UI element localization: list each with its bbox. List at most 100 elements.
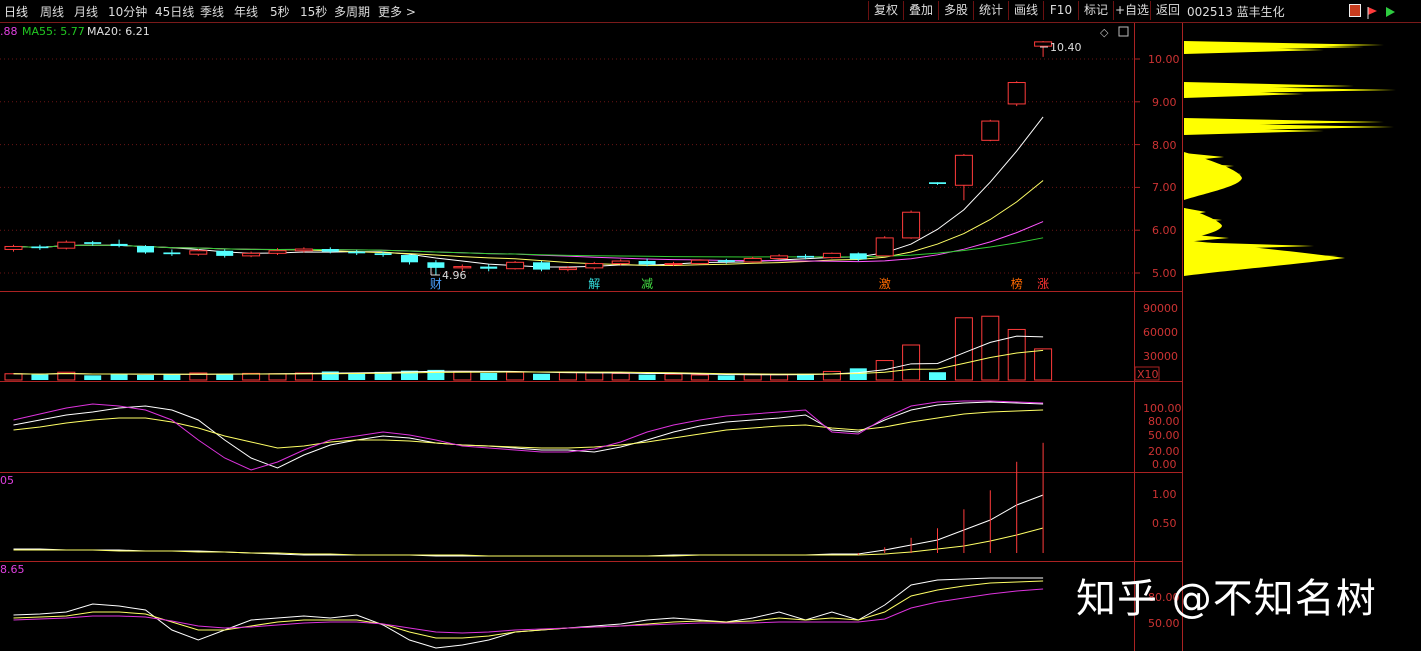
price-axis-label: 5.00 — [1152, 267, 1177, 280]
candle-body — [4, 245, 23, 250]
candle-body — [137, 246, 154, 253]
volume-bar — [954, 317, 973, 381]
period-5sec-tab[interactable]: 5秒 — [270, 3, 290, 20]
volume-bar — [822, 370, 841, 381]
candle-body — [348, 251, 366, 254]
candle-body — [84, 242, 102, 244]
candle-body — [797, 255, 814, 258]
candle-body — [902, 211, 921, 239]
price-axis-label: 10.00 — [1148, 53, 1180, 66]
volume-axis-label: 90000 — [1143, 302, 1178, 315]
statistics-button[interactable]: 统计 — [973, 1, 1008, 20]
report-icon[interactable] — [1349, 4, 1361, 17]
multi-period-tab[interactable]: 多周期 — [334, 3, 370, 20]
volume-bar — [638, 374, 656, 380]
period-month-tab[interactable]: 月线 — [74, 3, 98, 20]
candle-body — [533, 262, 550, 270]
diamond-icon[interactable]: ◇ — [1100, 26, 1109, 39]
candle-body — [401, 255, 418, 263]
volume-bar — [743, 374, 762, 381]
ma-label-1: .88 — [0, 25, 18, 38]
candle-body — [480, 266, 498, 269]
volume-axis-label: 30000 — [1143, 350, 1178, 363]
candle-body — [981, 120, 1000, 141]
chip-bulge — [1184, 152, 1242, 200]
draw-line-button[interactable]: 画线 — [1008, 1, 1043, 20]
volume-bar — [929, 372, 946, 380]
volume-bar — [268, 373, 287, 381]
candle-body — [268, 250, 287, 254]
volume-bar — [216, 374, 234, 380]
top-toolbar: 日线 周线 月线 10分钟 45日线 季线 年线 5秒 15秒 多周期 更多 >… — [0, 0, 1421, 23]
candle-body — [849, 253, 867, 260]
fuquan-button[interactable]: 复权 — [868, 1, 903, 20]
chip-bulge — [1184, 208, 1222, 240]
candle-body — [664, 263, 683, 266]
back-button[interactable]: 返回 — [1150, 1, 1185, 20]
price-axis-label: 7.00 — [1152, 181, 1177, 194]
candle-body — [216, 250, 234, 256]
period-45day-tab[interactable]: 45日线 — [155, 3, 194, 20]
candle-body — [427, 262, 445, 268]
candle-body — [822, 252, 841, 259]
overlay-button[interactable]: 叠加 — [903, 1, 938, 20]
candle-body — [638, 261, 656, 265]
period-year-tab[interactable]: 年线 — [234, 3, 258, 20]
period-season-tab[interactable]: 季线 — [200, 3, 224, 20]
volume-bar — [849, 368, 867, 380]
volume-bar — [1034, 348, 1053, 381]
volume-bar — [717, 375, 735, 380]
volume-bar — [533, 373, 550, 380]
volume-bar — [84, 375, 102, 380]
volume-bar — [558, 372, 577, 381]
candle-body — [690, 259, 709, 265]
event-marker: 解 — [588, 277, 600, 291]
f10-button[interactable]: F10 — [1043, 1, 1078, 20]
volume-bar — [770, 374, 789, 381]
event-marker: 减 — [641, 277, 653, 291]
candle-body — [717, 260, 735, 262]
candle-body — [110, 243, 128, 247]
candle-body — [321, 249, 339, 252]
min-price-label: 4.96 — [442, 269, 467, 282]
volume-bar — [981, 315, 1000, 381]
mark-button[interactable]: 标记 — [1078, 1, 1113, 20]
candle-body — [875, 237, 894, 257]
volume-bar — [611, 372, 630, 381]
stock-title: 002513 蓝丰生化 — [1187, 5, 1285, 19]
volume-bar — [506, 371, 525, 381]
volume-bar — [690, 374, 709, 381]
event-marker: 榜 — [1011, 276, 1023, 291]
watermark: 知乎 @不知名树 — [1076, 576, 1377, 622]
volume-bar — [163, 374, 181, 380]
price-axis-label: 6.00 — [1152, 224, 1177, 237]
candle-body — [294, 248, 313, 252]
candle-body — [31, 246, 49, 249]
volume-axis-label: 60000 — [1143, 326, 1178, 339]
period-15sec-tab[interactable]: 15秒 — [300, 3, 327, 20]
flag-icon[interactable] — [1366, 4, 1378, 19]
ma20-label: MA20: 6.21 — [87, 25, 150, 38]
volume-bar — [137, 374, 154, 380]
kdj-axis-label: 0.00 — [1152, 458, 1177, 471]
candle-body — [1007, 82, 1026, 105]
period-day-tab[interactable]: 日线 — [4, 3, 28, 20]
volume-bar — [664, 373, 683, 381]
green-arrow-icon[interactable] — [1384, 4, 1396, 17]
event-marker: 财 — [430, 277, 442, 291]
add-favorite-button[interactable]: +自选 — [1113, 1, 1150, 20]
candle-body — [374, 253, 392, 256]
kdj-axis-label: 80.00 — [1148, 415, 1180, 428]
multi-stock-button[interactable]: 多股 — [938, 1, 973, 20]
rsi-value-label: 8.65 — [0, 563, 25, 576]
volume-unit-label: X10 — [1137, 368, 1159, 381]
more-periods-menu[interactable]: 更多 > — [378, 3, 416, 20]
candle-body — [611, 260, 630, 265]
ma55-label: MA55: 5.77 — [22, 25, 85, 38]
period-week-tab[interactable]: 周线 — [40, 3, 64, 20]
volume-bar — [585, 372, 604, 381]
candle-body — [743, 257, 762, 263]
period-10min-tab[interactable]: 10分钟 — [108, 3, 147, 20]
volume-bar — [31, 374, 49, 380]
candle-body — [163, 252, 181, 255]
